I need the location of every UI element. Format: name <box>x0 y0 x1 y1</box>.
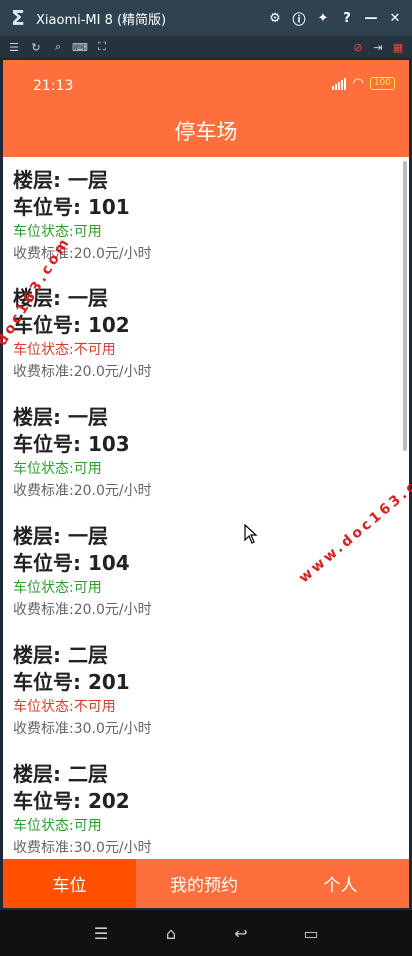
list-item[interactable]: 楼层: 一层 车位号: 101 车位状态:可用 收费标准:20.0元/小时 <box>13 167 393 265</box>
record-icon[interactable]: ⊘ <box>350 39 366 55</box>
spot-status: 车位状态:可用 <box>13 580 102 596</box>
mouse-cursor-icon <box>244 524 258 544</box>
status-time: 21:13 <box>33 78 74 94</box>
spot-fee: 收费标准:20.0元/小时 <box>13 483 152 499</box>
zoom-icon[interactable]: ⌕ <box>50 39 66 55</box>
fullscreen-icon[interactable]: ⛶ <box>94 39 110 55</box>
phone-screen: 21:13 ◠ 100 停车场 楼层: 一层 车位号: 101 车位状态:可用 … <box>3 60 409 908</box>
emulator-toolbar: ☰ ↻ ⌕ ⌨ ⛶ ⊘ ⇥ ▦ <box>0 36 412 58</box>
spot-number: 车位号: 201 <box>13 670 130 694</box>
signal-icon <box>332 77 347 90</box>
info-icon[interactable]: ⓘ <box>290 9 308 28</box>
keyboard-icon[interactable]: ⌨ <box>72 39 88 55</box>
emulator-logo-icon: Σ <box>11 6 25 30</box>
menu-icon[interactable]: ☰ <box>88 924 114 943</box>
tab-parking-spots[interactable]: 车位 <box>3 859 136 908</box>
home-icon[interactable]: ⌂ <box>158 924 184 943</box>
spot-number: 车位号: 102 <box>13 313 130 337</box>
settings-gear-icon[interactable]: ⚙ <box>266 9 284 27</box>
page-title: 停车场 <box>174 120 238 144</box>
minimize-icon[interactable]: — <box>362 9 380 27</box>
spot-fee: 收费标准:20.0元/小时 <box>13 364 152 380</box>
spot-floor: 楼层: 二层 <box>13 643 108 667</box>
pin-icon[interactable]: ✦ <box>314 9 332 27</box>
spot-status: 车位状态:不可用 <box>13 699 116 715</box>
list-item[interactable]: 楼层: 一层 车位号: 104 车位状态:可用 收费标准:20.0元/小时 <box>13 523 393 621</box>
close-icon[interactable]: ✕ <box>386 9 404 27</box>
export-icon[interactable]: ⇥ <box>370 39 386 55</box>
apps-grid-icon[interactable]: ▦ <box>390 39 406 55</box>
spot-number: 车位号: 202 <box>13 789 130 813</box>
tab-profile[interactable]: 个人 <box>272 859 409 908</box>
wifi-icon: ◠ <box>352 76 364 91</box>
spot-status: 车位状态:不可用 <box>13 342 116 358</box>
spot-floor: 楼层: 一层 <box>13 524 108 548</box>
spot-fee: 收费标准:20.0元/小时 <box>13 602 152 618</box>
recents-icon[interactable]: ▭ <box>298 924 324 943</box>
spot-floor: 楼层: 二层 <box>13 762 108 786</box>
spot-number: 车位号: 101 <box>13 195 130 219</box>
spot-fee: 收费标准:20.0元/小时 <box>13 246 152 262</box>
emulator-title-bar: Σ Xiaomi-MI 8 (精简版) ⚙ ⓘ ✦ ? — ✕ <box>0 0 412 36</box>
emulator-window-title: Xiaomi-MI 8 (精简版) <box>36 12 167 28</box>
parking-spot-list[interactable]: 楼层: 一层 车位号: 101 车位状态:可用 收费标准:20.0元/小时 楼层… <box>3 157 409 859</box>
menu-list-icon[interactable]: ☰ <box>6 39 22 55</box>
spot-floor: 楼层: 一层 <box>13 405 108 429</box>
app-header: 21:13 ◠ 100 停车场 <box>3 60 409 157</box>
spot-status: 车位状态:可用 <box>13 818 102 834</box>
android-nav-bar: ☰ ⌂ ↩ ▭ <box>0 910 412 956</box>
spot-status: 车位状态:可用 <box>13 461 102 477</box>
scrollbar[interactable] <box>403 161 407 451</box>
spot-fee: 收费标准:30.0元/小时 <box>13 721 152 737</box>
spot-floor: 楼层: 一层 <box>13 168 108 192</box>
battery-icon: 100 <box>369 77 395 90</box>
spot-fee: 收费标准:30.0元/小时 <box>13 840 152 856</box>
spot-status: 车位状态:可用 <box>13 224 102 240</box>
list-item[interactable]: 楼层: 二层 车位号: 201 车位状态:不可用 收费标准:30.0元/小时 <box>13 642 393 740</box>
spot-number: 车位号: 103 <box>13 432 130 456</box>
list-item[interactable]: 楼层: 一层 车位号: 102 车位状态:不可用 收费标准:20.0元/小时 <box>13 285 393 383</box>
spot-number: 车位号: 104 <box>13 551 130 575</box>
list-item[interactable]: 楼层: 二层 车位号: 202 车位状态:可用 收费标准:30.0元/小时 <box>13 761 393 859</box>
help-icon[interactable]: ? <box>338 9 356 27</box>
back-icon[interactable]: ↩ <box>228 924 254 943</box>
list-item[interactable]: 楼层: 一层 车位号: 103 车位状态:可用 收费标准:20.0元/小时 <box>13 404 393 502</box>
spot-floor: 楼层: 一层 <box>13 286 108 310</box>
bottom-nav: 车位 我的预约 个人 <box>3 859 409 908</box>
rotate-icon[interactable]: ↻ <box>28 39 44 55</box>
tab-my-reservations[interactable]: 我的预约 <box>136 859 272 908</box>
